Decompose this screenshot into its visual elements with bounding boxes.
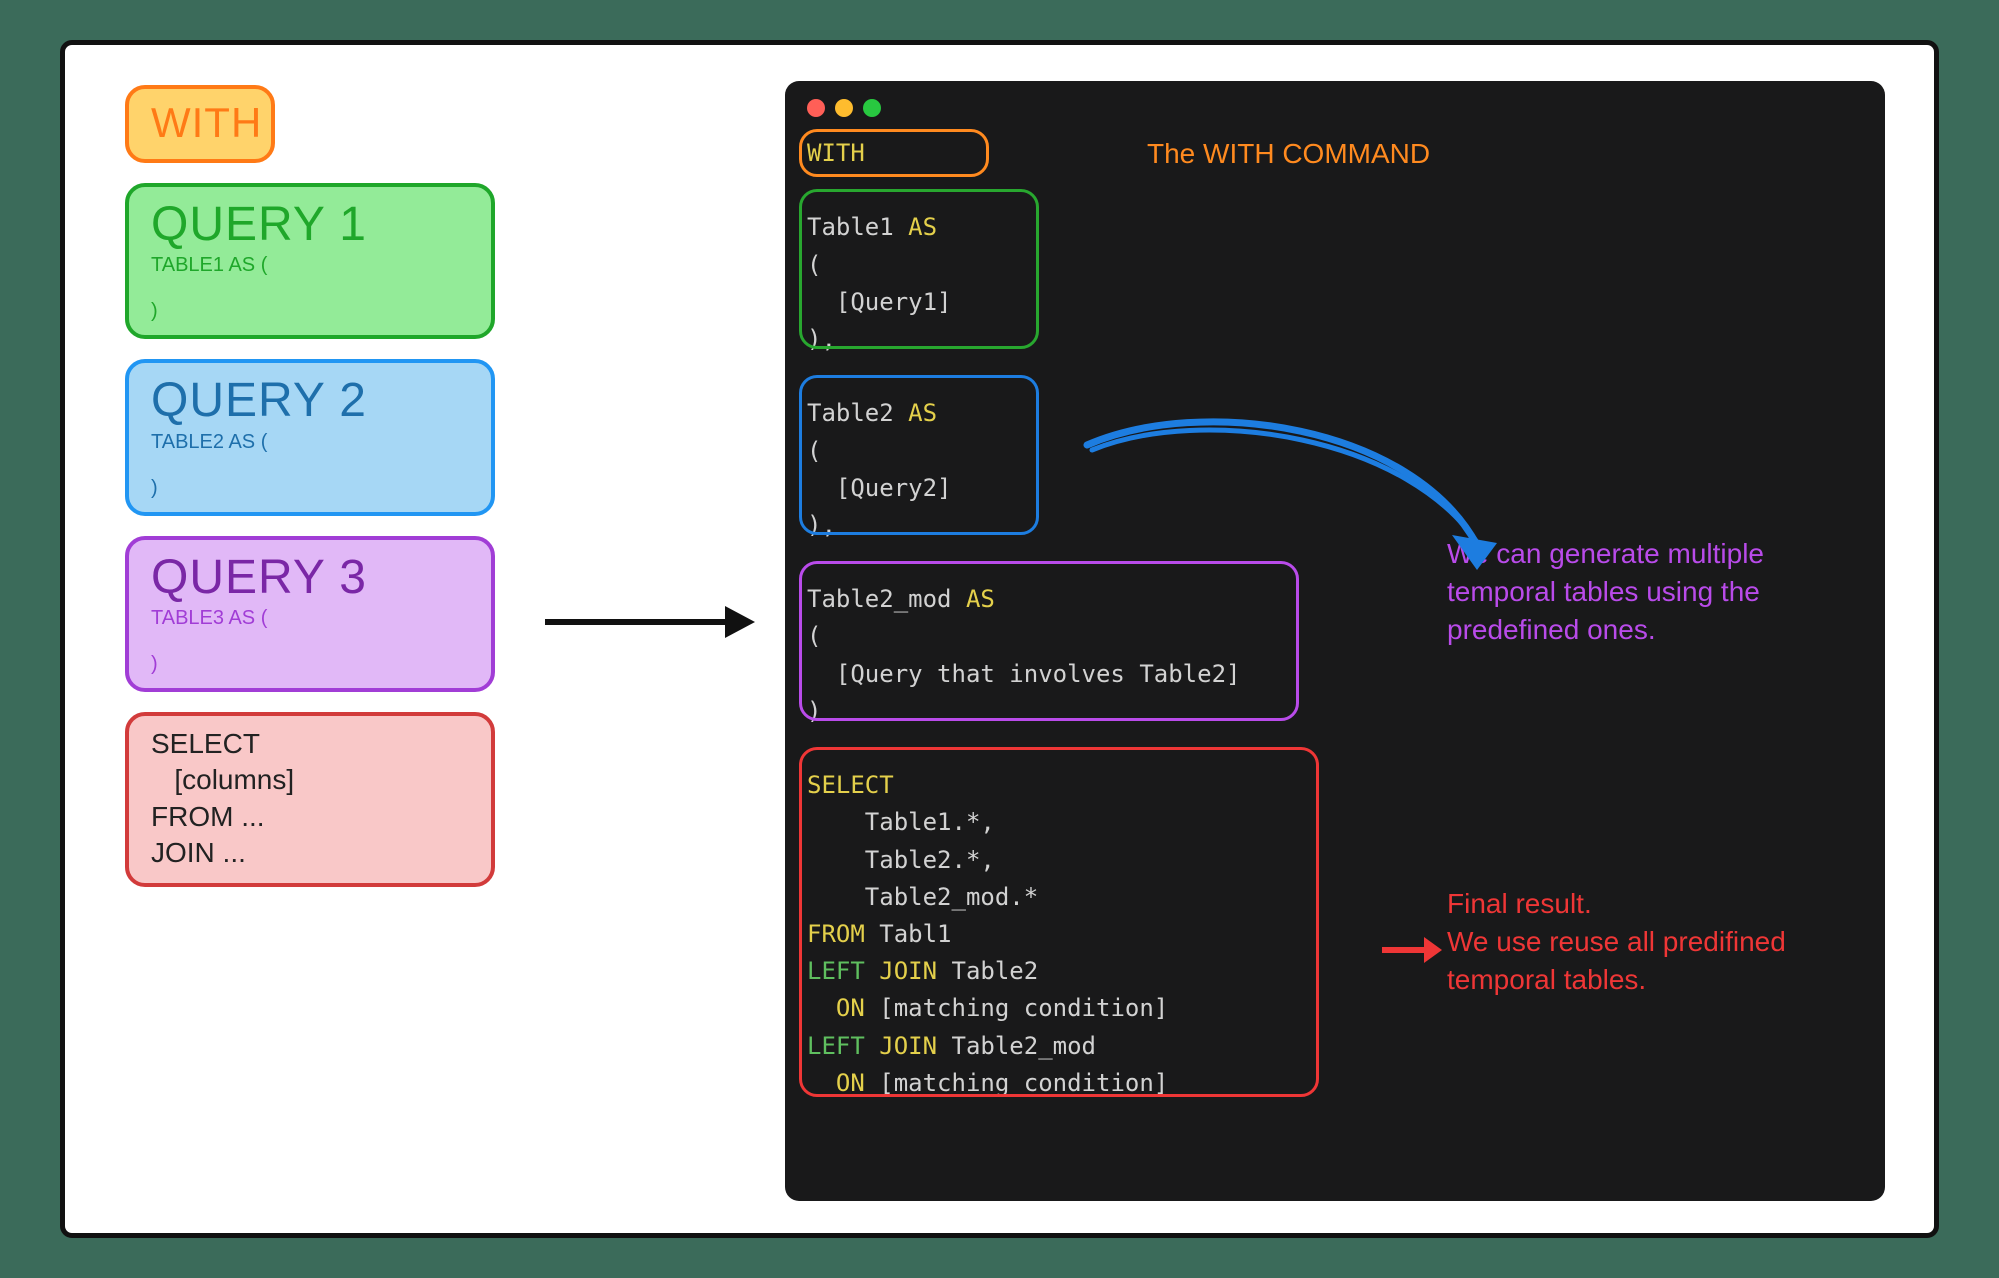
query3-block: QUERY 3 TABLE3 AS ( ) [125, 536, 495, 692]
kw-left-1: LEFT [807, 957, 879, 985]
kw-left-2: LEFT [807, 1032, 879, 1060]
on1-cond: [matching condition] [865, 994, 1168, 1022]
cte3-body: [Query that involves Table2] [807, 660, 1240, 688]
kw-on-2: ON [836, 1069, 865, 1097]
terminal-window: WITH Table1 AS ( [Query1] ), Table2 AS (… [785, 81, 1885, 1201]
kw-select: SELECT [807, 771, 894, 799]
from-tbl: Tabl1 [865, 920, 952, 948]
diagram-frame: WITH QUERY 1 TABLE1 AS ( ) QUERY 2 TABLE… [60, 40, 1939, 1238]
select-cols: Table1.*, Table2.*, Table2_mod.* [807, 808, 1038, 910]
query1-block: QUERY 1 TABLE1 AS ( ) [125, 183, 495, 339]
with-block: WITH [125, 85, 275, 163]
cte2-open: ( [807, 437, 821, 465]
flow-arrow [545, 615, 755, 629]
query3-sub: TABLE3 AS ( ) [151, 607, 469, 676]
final-query-block: SELECT [columns] FROM ... JOIN ... [125, 712, 495, 888]
join1-tbl: Table2 [937, 957, 1038, 985]
kw-join-1: JOIN [879, 957, 937, 985]
kw-as-1: AS [908, 213, 937, 241]
window-traffic-lights [807, 99, 1863, 117]
kw-from: FROM [807, 920, 865, 948]
kw-with: WITH [807, 139, 865, 167]
kw-on-1: ON [836, 994, 865, 1022]
kw-join-2: JOIN [879, 1032, 937, 1060]
arrow-head-icon [725, 606, 755, 638]
query1-sub: TABLE1 AS ( ) [151, 254, 469, 323]
query3-header: QUERY 3 [151, 550, 469, 605]
arrow-shaft [545, 619, 725, 625]
cte3-close: ) [807, 697, 821, 725]
cte2-name: Table2 [807, 399, 894, 427]
final-query-text: SELECT [columns] FROM ... JOIN ... [151, 726, 469, 872]
code-area: WITH Table1 AS ( [Query1] ), Table2 AS (… [807, 135, 1863, 1102]
cte1-name: Table1 [807, 213, 894, 241]
query1-header: QUERY 1 [151, 197, 469, 252]
minimize-icon [835, 99, 853, 117]
annotation-final: Final result. We use reuse all predifine… [1447, 885, 1877, 998]
annotation-multi: We can generate multiple temporal tables… [1447, 535, 1877, 648]
cte2-body: [Query2] [807, 474, 952, 502]
cte3-open: ( [807, 622, 821, 650]
kw-as-2: AS [908, 399, 937, 427]
annotation-with: The WITH COMMAND [1147, 135, 1430, 173]
cte3-name: Table2_mod [807, 585, 952, 613]
left-column: WITH QUERY 1 TABLE1 AS ( ) QUERY 2 TABLE… [125, 85, 495, 907]
zoom-icon [863, 99, 881, 117]
query2-sub: TABLE2 AS ( ) [151, 431, 469, 500]
on2-cond: [matching condition] [865, 1069, 1168, 1097]
cte1-body: [Query1] [807, 288, 952, 316]
cte2-close: ), [807, 511, 836, 539]
with-label: WITH [151, 99, 249, 147]
join2-tbl: Table2_mod [937, 1032, 1096, 1060]
cte1-close: ), [807, 325, 836, 353]
kw-as-3: AS [966, 585, 995, 613]
cte1-open: ( [807, 251, 821, 279]
query2-block: QUERY 2 TABLE2 AS ( ) [125, 359, 495, 515]
query2-header: QUERY 2 [151, 373, 469, 428]
close-icon [807, 99, 825, 117]
